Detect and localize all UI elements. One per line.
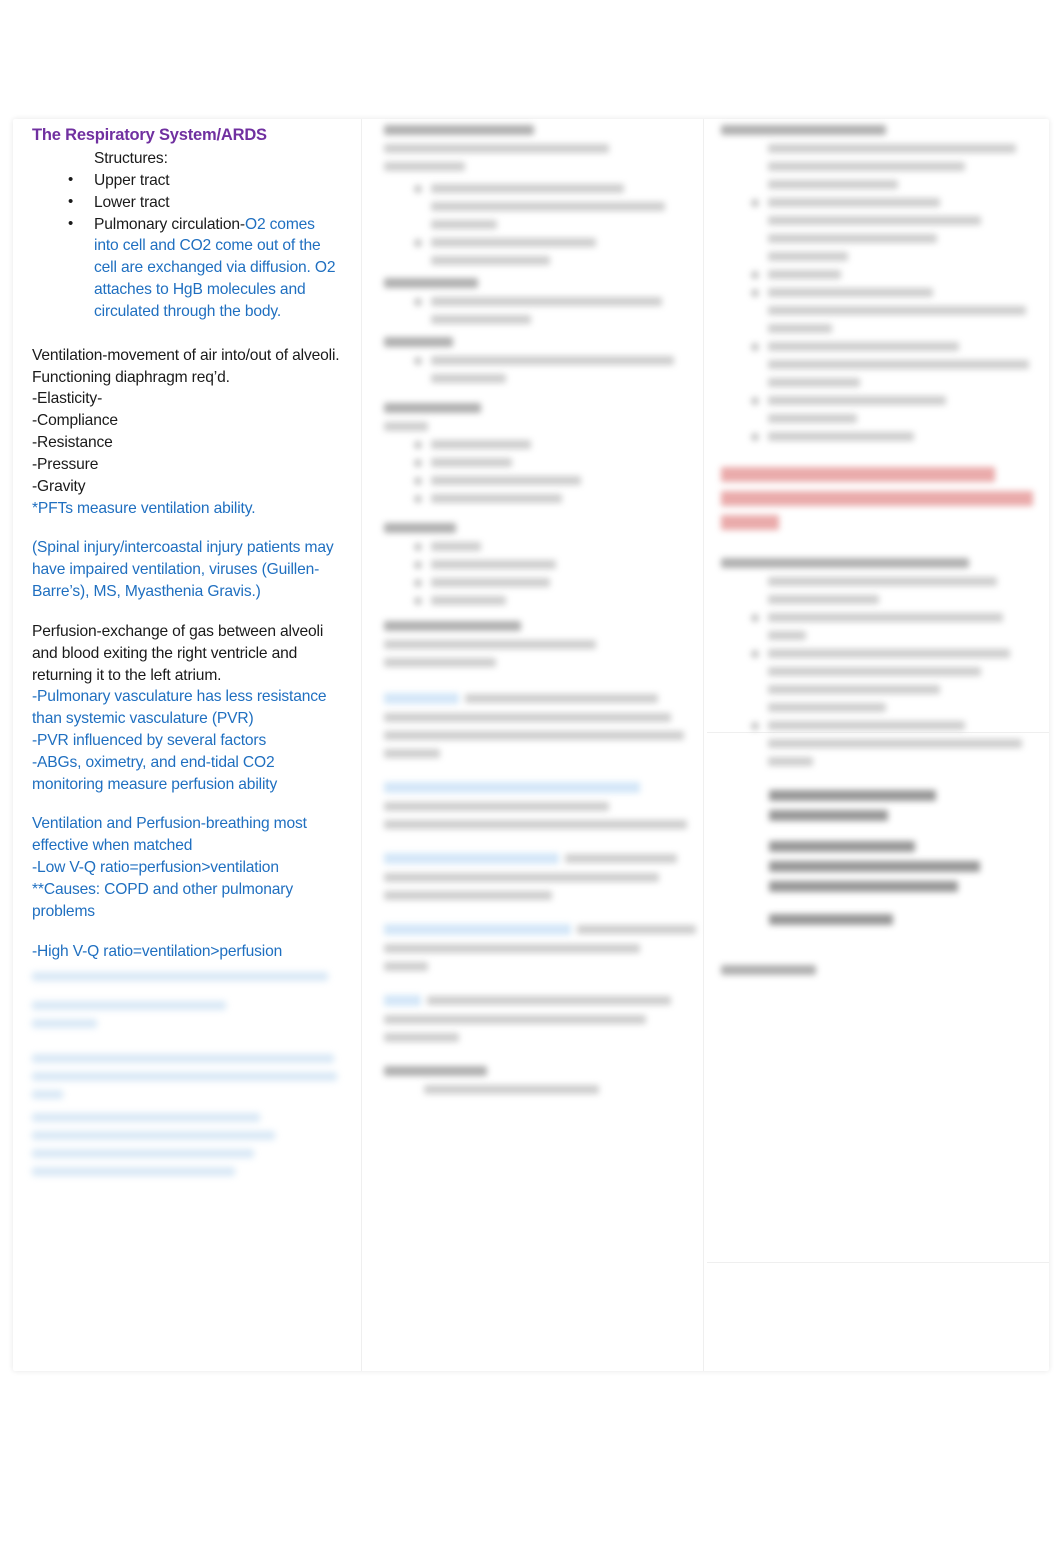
perfusion-point: -Pulmonary vasculature has less resistan… [32, 688, 327, 728]
ventilation-factor: -Resistance [32, 434, 113, 452]
list-item: Upper tract [32, 169, 340, 192]
section-divider-col3-2 [707, 1262, 1049, 1263]
column-two [368, 119, 704, 1371]
perfusion-definition: Perfusion-exchange of gas between alveol… [32, 622, 324, 684]
document-page: The Respiratory System/ARDS Structures: … [13, 119, 1049, 1371]
redacted-text-block-col3-footer [721, 965, 1039, 975]
ventilation-factor: -Pressure [32, 455, 99, 473]
redacted-text-block-col3 [721, 125, 1039, 530]
bullet-label: Pulmonary circulation- [94, 215, 245, 233]
column-one: The Respiratory System/ARDS Structures: … [13, 119, 348, 1371]
redacted-text-block-col3-lower [721, 558, 1039, 925]
vq-high-ratio: -High V-Q ratio=ventilation>perfusion [32, 942, 283, 960]
column-three [707, 119, 1049, 1371]
vq-low-causes: **Causes: COPD and other pulmonary probl… [32, 880, 293, 920]
vq-heading: Ventilation and Perfusion-breathing most… [32, 815, 307, 855]
list-item: Pulmonary circulation-O2 comes into cell… [32, 213, 340, 323]
ventilation-factor: -Gravity [32, 477, 86, 495]
redacted-text-block-col2 [384, 125, 696, 1094]
pfts-note: *PFTs measure ventilation ability. [32, 499, 256, 517]
perfusion-point: -ABGs, oximetry, and end-tidal CO2 monit… [32, 753, 278, 793]
page-title: The Respiratory System/ARDS [32, 126, 267, 144]
structures-list: Upper tract Lower tract Pulmonary circul… [32, 169, 340, 323]
perfusion-point: -PVR influenced by several factors [32, 731, 267, 749]
vq-low-ratio: -Low V-Q ratio=perfusion>ventilation [32, 859, 279, 877]
structures-label: Structures: [94, 150, 168, 168]
bullet-label: Upper tract [94, 171, 170, 189]
bullet-label: Lower tract [94, 193, 170, 211]
redacted-text-block-col1 [32, 972, 340, 1177]
column-divider-1 [361, 119, 362, 1371]
list-item: Lower tract [32, 191, 340, 214]
ventilation-definition: Ventilation-movement of air into/out of … [32, 346, 340, 386]
ventilation-factor: -Elasticity- [32, 390, 103, 408]
ventilation-factor: -Compliance [32, 412, 118, 430]
impaired-ventilation-note: (Spinal injury/intercoastal injury patie… [32, 539, 334, 601]
